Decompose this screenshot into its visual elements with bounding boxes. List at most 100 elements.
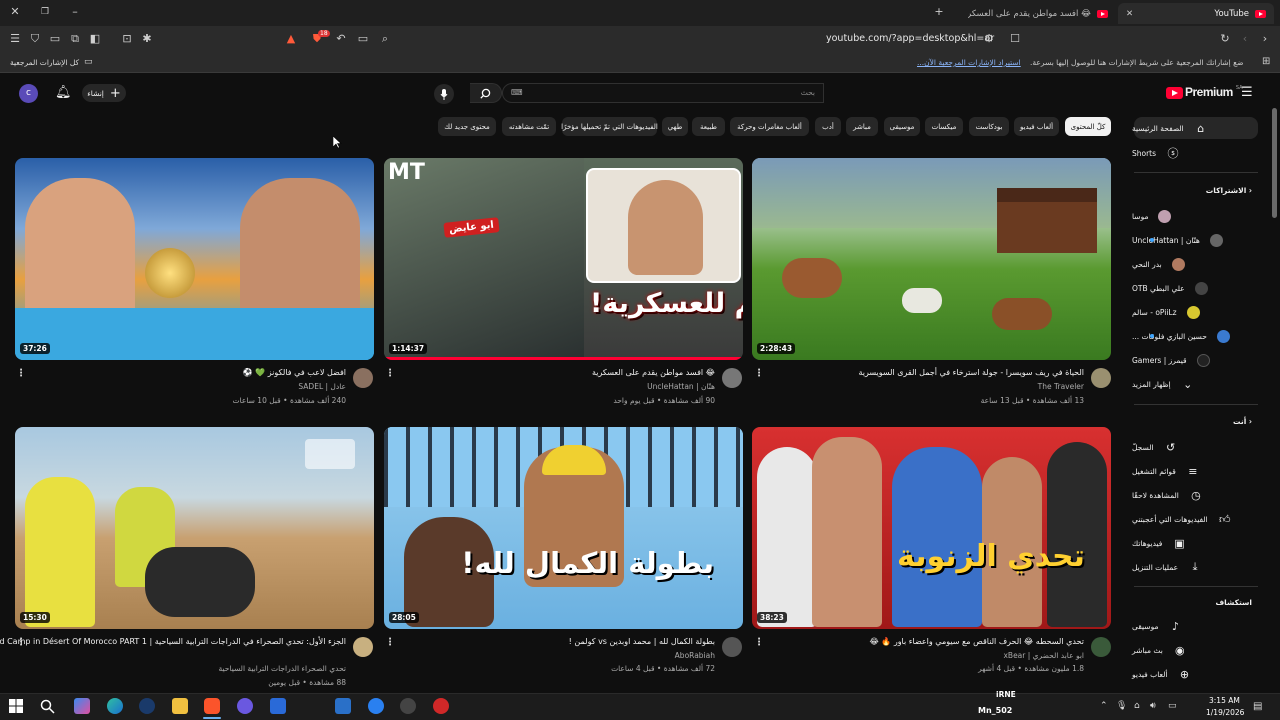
app-icon[interactable] (433, 698, 449, 714)
video-title[interactable]: بطولة الكمال لله | محمد اوبدين vs كولمن … (569, 637, 715, 646)
chip[interactable]: تمّت مشاهدته (502, 117, 556, 136)
edge-app-icon[interactable] (107, 698, 123, 714)
tabs-icon[interactable]: ⧉ (68, 33, 82, 47)
chip[interactable]: أدب (815, 117, 841, 136)
account-avatar[interactable]: c (19, 84, 38, 103)
video-thumbnail[interactable]: 2:28:43 (752, 158, 1111, 360)
sidebar-subscription[interactable]: حسين البازي فلوقات ... (1132, 325, 1280, 347)
scrollbar-thumb[interactable] (1272, 108, 1277, 218)
battery-icon[interactable]: ▭ (1168, 701, 1177, 711)
sidebar-item-home[interactable]: ⌂ الصفحة الرئيسية (1132, 117, 1280, 139)
restore-window-icon[interactable]: ❐ (38, 6, 52, 20)
sidebar-subscription[interactable]: بدر النحي (1132, 253, 1280, 275)
more-actions-icon[interactable]: ⋮ (754, 368, 764, 379)
sidebar-item-downloads[interactable]: ⤓ عمليات التنزيل (1132, 556, 1280, 578)
notifications-bell-icon[interactable]: 🔔︎ (55, 85, 72, 100)
bookmark-icon[interactable]: ☐ (1008, 33, 1022, 47)
video-channel[interactable]: The Traveler (1038, 382, 1084, 391)
video-title[interactable]: 😂 افسد مواطن يقدم على العسكرية (592, 368, 715, 377)
channel-avatar[interactable] (1091, 637, 1111, 657)
more-actions-icon[interactable]: ⋮ (385, 637, 395, 648)
tab-close-icon[interactable]: ✕ (1126, 9, 1133, 19)
guide-menu-icon[interactable]: ☰ (1241, 85, 1253, 100)
chip[interactable]: طهي (662, 117, 688, 136)
chip[interactable]: مباشر (846, 117, 878, 136)
search-button[interactable] (470, 83, 502, 103)
file-explorer-icon[interactable] (172, 698, 188, 714)
chip[interactable]: ألعاب مغامرات وحركة (730, 117, 809, 136)
tab-video[interactable]: 😂 افسد مواطن يقدم على العسكرية - (960, 3, 1116, 24)
voice-search-button[interactable] (434, 84, 454, 104)
keyboard-icon[interactable]: ⌨ (511, 88, 523, 97)
notifications-icon[interactable]: ▤ (1253, 701, 1262, 712)
sidebar-item-music[interactable]: ♪ موسيقى (1132, 615, 1280, 637)
sidebar-subscription[interactable]: هتّان | UncleHattan (1132, 229, 1280, 251)
video-title[interactable]: الحياة في ريف سويسرا - جولة استرخاء في أ… (858, 368, 1084, 377)
video-thumbnail[interactable]: MT ابو عايض التقديم للعسكرية! 1:14:37 (384, 158, 743, 360)
chip[interactable]: الفيديوهات التي تمّ تحميلها مؤخرًا (561, 117, 658, 136)
sidebar-icon[interactable]: ◧ (88, 33, 102, 47)
import-bookmarks-link[interactable]: استيراد الإشارات المرجعية الآن... (917, 58, 1021, 67)
site-settings-icon[interactable]: ⚙ (982, 33, 996, 47)
chip[interactable]: محتوى جديد لك (438, 117, 496, 136)
app-icon[interactable] (400, 698, 416, 714)
taskbar-time[interactable]: 3:15 AM (1209, 696, 1240, 705)
bookmarks-folder[interactable]: كل الإشارات المرجعية (10, 58, 79, 67)
more-actions-icon[interactable]: ⋮ (385, 368, 395, 379)
mail-app-icon[interactable] (335, 698, 351, 714)
apps-grid-icon[interactable]: ⊞ (1262, 56, 1270, 67)
store-app-icon[interactable] (270, 698, 286, 714)
share-icon[interactable]: ↶ (334, 33, 348, 47)
taskbar-search-icon[interactable] (40, 699, 55, 714)
search-input[interactable]: بحث ⌨ (502, 83, 824, 103)
create-button[interactable]: إنشاء + (82, 84, 126, 102)
new-tab-icon[interactable]: + (932, 6, 946, 20)
close-window-icon[interactable]: ✕ (8, 6, 22, 20)
sidebar-item-gaming[interactable]: ⊕ ألعاب فيديو (1132, 663, 1280, 685)
taskbar-date[interactable]: 1/19/2026 (1206, 708, 1244, 717)
sidebar-item-liked[interactable]: 👍︎ الفيديوهات التي أعجبتني (1132, 508, 1280, 530)
video-channel[interactable]: هتّان | UncleHattan (647, 382, 715, 391)
you-header[interactable]: أنت › (1233, 417, 1252, 426)
youtube-logo[interactable]: Premium SA (1166, 85, 1243, 99)
sidebar-subscription[interactable]: علي البطي OTB (1132, 277, 1280, 299)
chip[interactable]: ميكسات (925, 117, 963, 136)
cast-icon[interactable]: ▭ (356, 33, 370, 47)
brave-app-icon[interactable] (204, 698, 220, 714)
copilot-app-icon[interactable] (74, 698, 90, 714)
video-thumbnail[interactable]: 37:26 (15, 158, 374, 360)
microphone-tray-icon[interactable]: 🎙︎ (1116, 701, 1127, 711)
video-channel[interactable]: عادل | SADEL (298, 382, 346, 391)
chip[interactable]: ألعاب فيديو (1014, 117, 1059, 136)
more-actions-icon[interactable]: ⋮ (754, 637, 764, 648)
volume-icon[interactable]: 🔊︎ (1150, 701, 1156, 711)
back-icon[interactable]: › (1258, 33, 1272, 47)
video-channel[interactable]: تحدي الصحراء الدراجات الترابية السياحية (219, 664, 346, 673)
forward-icon[interactable]: ‹ (1238, 33, 1252, 47)
chip[interactable]: موسيقى (884, 117, 920, 136)
sidebar-item-history[interactable]: ↺ السجلّ (1132, 436, 1280, 458)
brave-rewards-icon[interactable]: ▲ (284, 33, 298, 47)
channel-avatar[interactable] (1091, 368, 1111, 388)
extensions-icon[interactable]: ✱ (140, 33, 154, 47)
network-icon[interactable]: ⌂ (1134, 701, 1140, 711)
more-actions-icon[interactable]: ⋮ (16, 368, 26, 379)
shield-icon[interactable]: ⛉ (28, 33, 42, 47)
address-bar[interactable]: youtube.com/?app=desktop&hl=ar (826, 33, 994, 44)
show-more-button[interactable]: ⌄ إظهار المزيد (1132, 373, 1280, 395)
screenshot-icon[interactable]: ⊡ (120, 33, 134, 47)
tab-youtube[interactable]: YouTube ✕ (1118, 3, 1274, 24)
discord-app-icon[interactable] (237, 698, 253, 714)
channel-avatar[interactable] (353, 637, 373, 657)
subscriptions-header[interactable]: الاشتراكات › (1206, 186, 1252, 195)
sidebar-item-watch-later[interactable]: ◷ المشاهدة لاحقًا (1132, 484, 1280, 506)
sidebar-subscription[interactable]: موسا (1132, 205, 1280, 227)
search-page-icon[interactable]: ⌕ (378, 33, 392, 47)
chip[interactable]: طبيعة (692, 117, 725, 136)
steam-app-icon[interactable] (139, 698, 155, 714)
channel-avatar[interactable] (722, 368, 742, 388)
sidebar-item-shorts[interactable]: ⓢ Shorts (1132, 142, 1280, 164)
tray-chevron-icon[interactable]: ⌃ (1100, 701, 1108, 711)
video-title[interactable]: الجزء الأول: تحدي الصحراء في الدراجات ال… (0, 637, 346, 646)
video-title[interactable]: تحدي السحطه 😂 الحرف الناقص مع سيومي واعض… (869, 637, 1084, 646)
